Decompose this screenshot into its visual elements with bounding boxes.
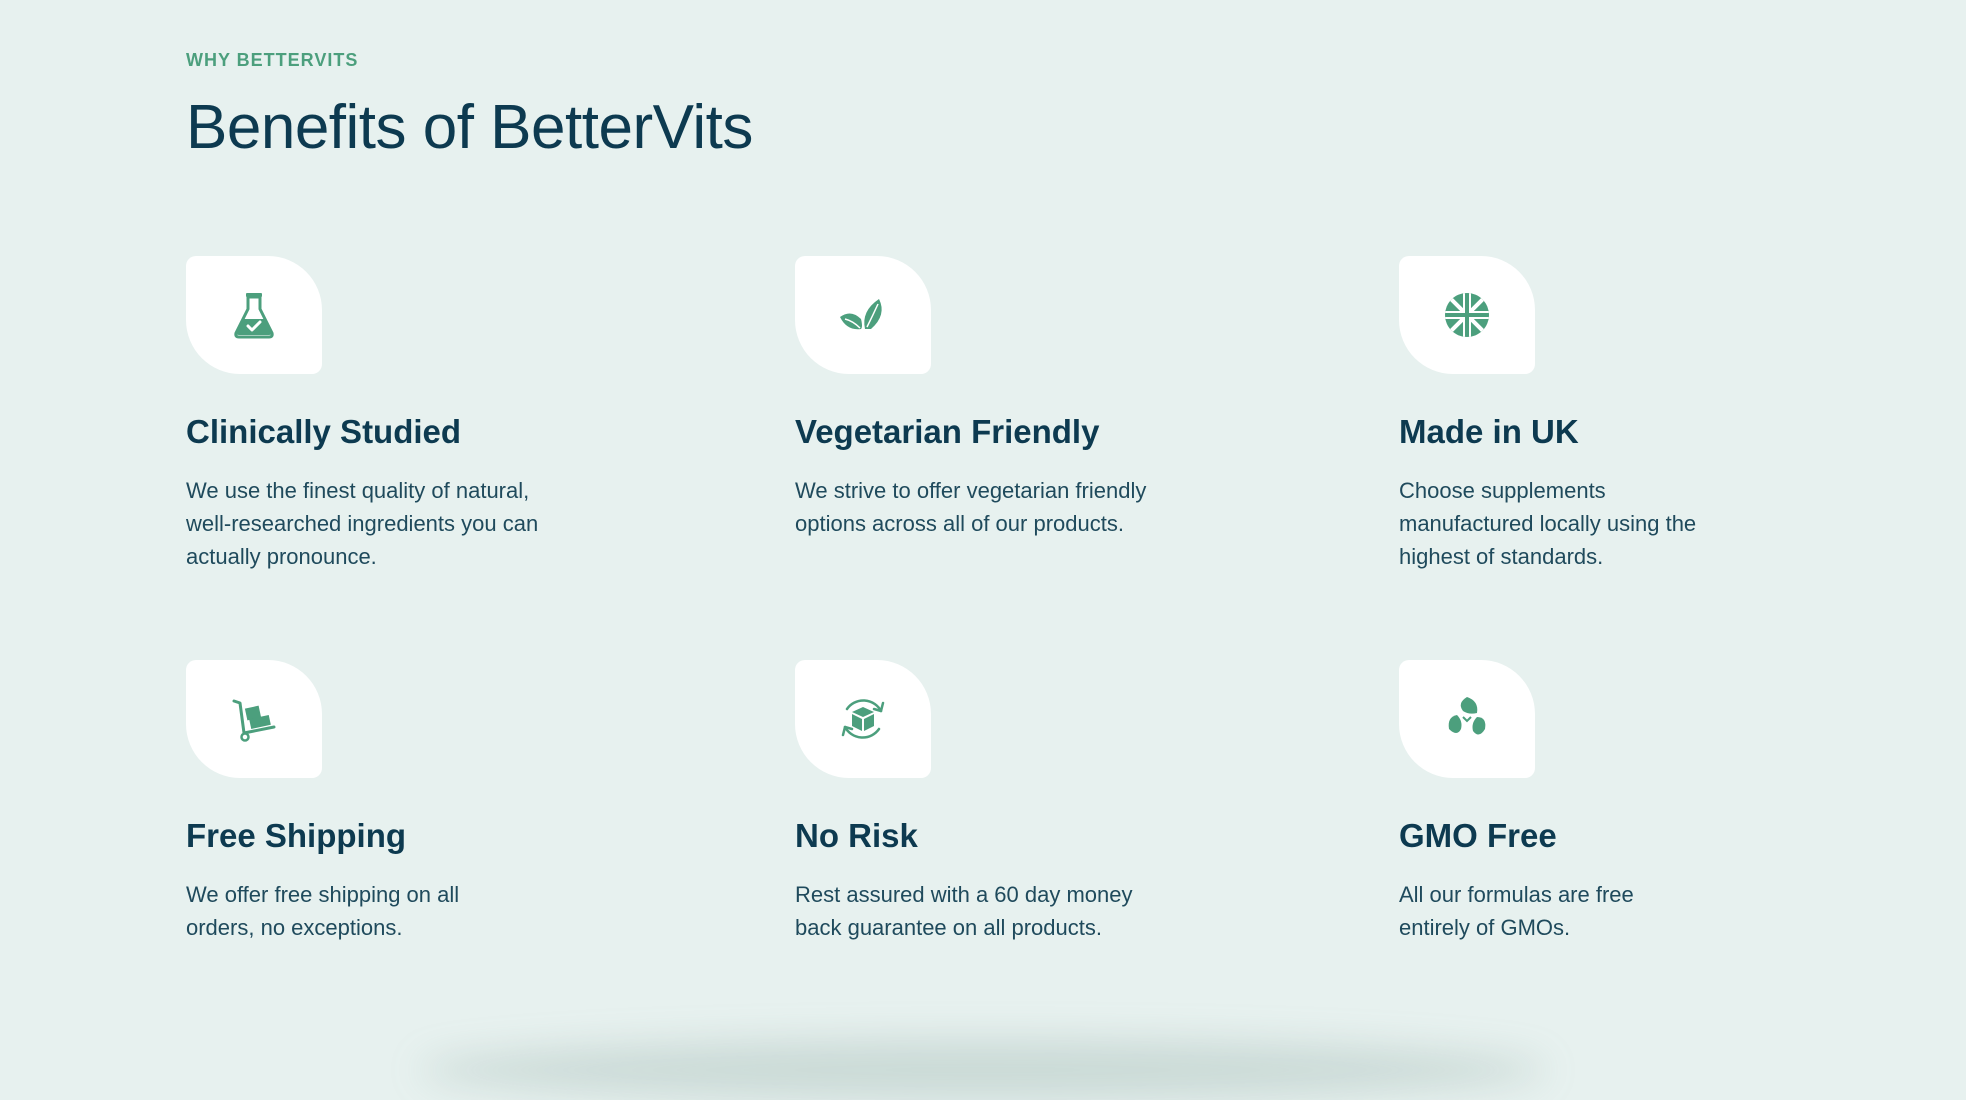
benefit-title: Clinically Studied — [186, 413, 462, 450]
benefit-icon-tile — [795, 660, 931, 778]
hand-truck-icon — [232, 699, 276, 742]
benefit-card-free-shipping: Free Shipping We offer free shipping on … — [186, 660, 606, 944]
benefit-text: We offer free shipping on all orders, no… — [186, 881, 460, 940]
recycle-leaves-icon — [1448, 697, 1486, 735]
benefit-text: All our formulas are free entirely of GM… — [1399, 881, 1634, 940]
benefit-icon-tile — [1399, 256, 1535, 374]
benefit-icon-tile — [1399, 660, 1535, 778]
benefits-section: WHY BETTERVITS Benefits of BetterVits Cl… — [0, 0, 1966, 1100]
benefit-text: Choose supplements manufactured locally … — [1399, 477, 1697, 569]
benefit-title: Free Shipping — [186, 817, 407, 854]
benefit-title: Vegetarian Friendly — [795, 413, 1100, 450]
flask-icon — [234, 293, 274, 339]
bottom-shadow — [420, 1040, 1546, 1100]
benefit-title: Made in UK — [1399, 413, 1579, 450]
benefit-text: Rest assured with a 60 day money back gu… — [795, 881, 1133, 940]
benefit-text: We use the finest quality of natural, we… — [186, 477, 539, 569]
benefit-text: We strive to offer vegetarian friendly o… — [795, 477, 1147, 536]
section-eyebrow: WHY BETTERVITS — [186, 50, 359, 70]
benefit-icon-tile — [795, 256, 931, 374]
benefit-icon-tile — [186, 256, 322, 374]
benefit-card-no-risk: No Risk Rest assured with a 60 day money… — [795, 660, 1215, 944]
benefit-card-made-in-uk: Made in UK Choose supplements manufactur… — [1399, 256, 1819, 573]
benefit-title: No Risk — [795, 817, 918, 854]
leaves-icon — [840, 299, 882, 330]
benefit-title: GMO Free — [1399, 817, 1557, 854]
benefit-card-gmo-free: GMO Free All our formulas are free entir… — [1399, 660, 1819, 944]
box-return-icon — [841, 699, 885, 739]
uk-flag-icon — [1445, 293, 1489, 337]
benefit-card-clinically-studied: Clinically Studied We use the finest qua… — [186, 256, 606, 573]
benefit-card-vegetarian-friendly: Vegetarian Friendly We strive to offer v… — [795, 256, 1215, 540]
section-title: Benefits of BetterVits — [186, 93, 753, 162]
benefit-icon-tile — [186, 660, 322, 778]
